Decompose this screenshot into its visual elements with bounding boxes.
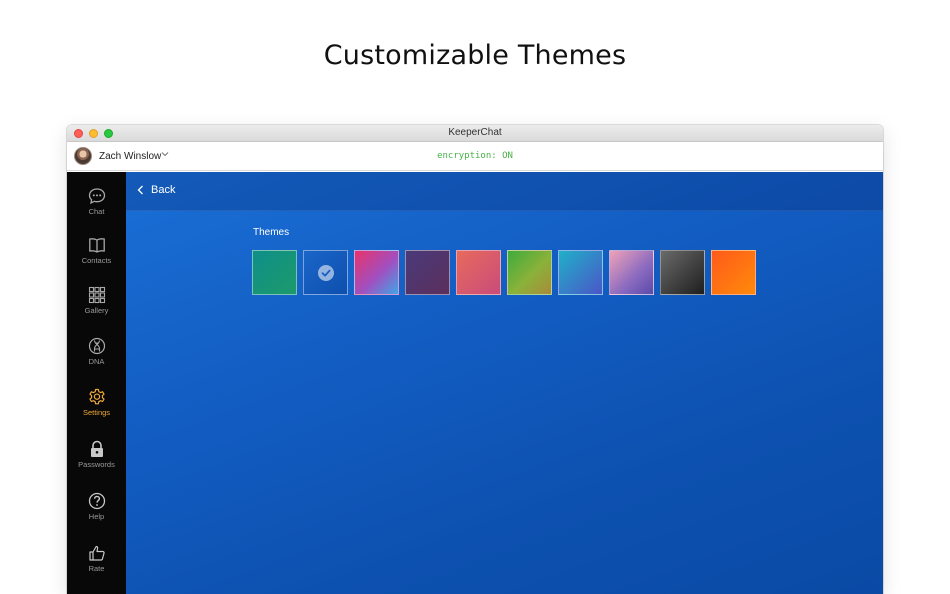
sidebar-item-settings[interactable]: Settings — [67, 388, 126, 434]
sidebar-item-chat[interactable]: Chat — [67, 187, 126, 233]
theme-swatch[interactable] — [711, 250, 756, 295]
sidebar: Chat Contacts Gallery DNA Settings Passw… — [67, 172, 126, 594]
theme-swatch[interactable] — [609, 250, 654, 295]
dna-icon — [88, 337, 105, 355]
sidebar-item-help[interactable]: Help — [67, 492, 126, 538]
sidebar-item-dna[interactable]: DNA — [67, 337, 126, 383]
app-body: Chat Contacts Gallery DNA Settings Passw… — [67, 172, 883, 594]
sidebar-item-label: Settings — [82, 408, 111, 417]
sidebar-item-gallery[interactable]: Gallery — [67, 286, 126, 332]
sidebar-item-label: DNA — [88, 357, 105, 366]
sidebar-item-label: Gallery — [84, 306, 109, 315]
sidebar-item-label: Chat — [88, 207, 105, 216]
gear-icon — [88, 388, 105, 405]
back-label: Back — [151, 184, 176, 196]
app-window: KeeperChat Zach Winslow encryption: ON C… — [67, 125, 883, 594]
encryption-status: encryption: ON — [437, 151, 513, 161]
sidebar-item-contacts[interactable]: Contacts — [67, 236, 126, 282]
back-button[interactable]: Back — [137, 184, 175, 196]
title-bar: KeeperChat — [67, 125, 883, 142]
checkmark-icon — [318, 265, 334, 281]
theme-swatch[interactable] — [456, 250, 501, 295]
theme-swatch[interactable] — [660, 250, 705, 295]
sidebar-item-passwords[interactable]: Passwords — [67, 440, 126, 486]
theme-swatch[interactable] — [558, 250, 603, 295]
theme-swatch[interactable] — [405, 250, 450, 295]
thumbs-up-icon — [88, 545, 105, 561]
chat-bubble-icon — [88, 188, 105, 205]
chevron-left-icon — [137, 185, 143, 195]
settings-panel: Back Themes — [126, 172, 883, 594]
grid-icon — [88, 286, 105, 304]
themes-heading: Themes — [253, 227, 290, 238]
book-icon — [88, 238, 105, 253]
theme-swatch-list — [252, 250, 756, 295]
sidebar-item-label: Passwords — [78, 460, 115, 469]
sidebar-item-rate[interactable]: Rate — [67, 544, 126, 590]
window-title: KeeperChat — [448, 127, 502, 138]
theme-swatch[interactable] — [354, 250, 399, 295]
sidebar-item-label: Rate — [88, 564, 105, 573]
lock-icon — [90, 440, 103, 457]
page-headline: Customizable Themes — [323, 40, 627, 71]
question-icon — [88, 492, 105, 510]
sidebar-item-label: Help — [88, 512, 105, 521]
theme-swatch[interactable] — [303, 250, 348, 295]
panel-header: Back — [126, 172, 883, 211]
user-bar: Zach Winslow encryption: ON — [67, 142, 883, 171]
sidebar-item-label: Contacts — [81, 256, 112, 265]
theme-swatch[interactable] — [507, 250, 552, 295]
theme-swatch[interactable] — [252, 250, 297, 295]
